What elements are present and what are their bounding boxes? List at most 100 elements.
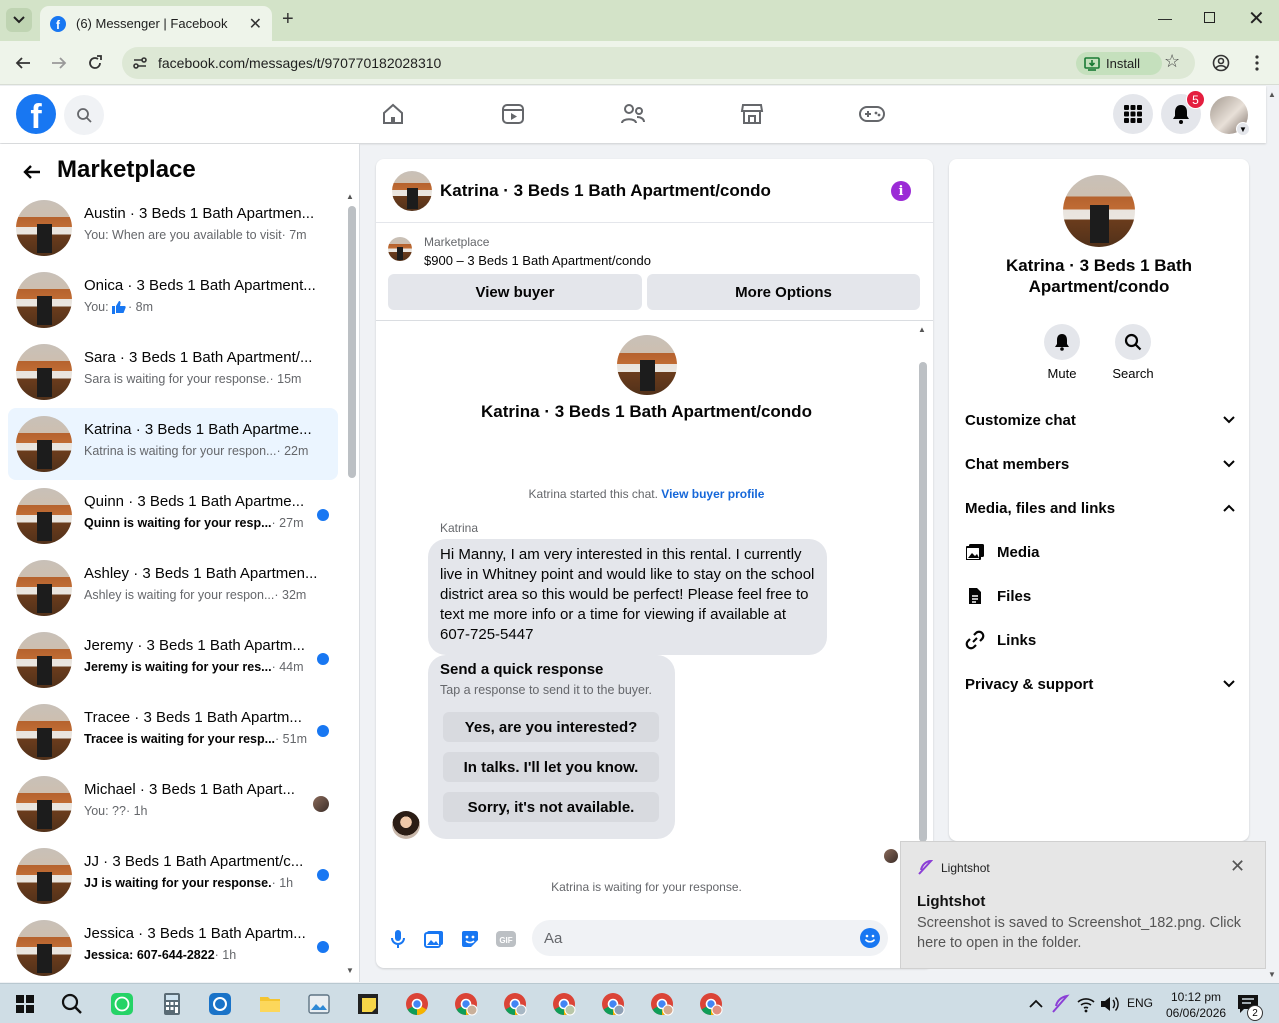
conversation-preview: Tracee is waiting for your resp...· 51m [84, 732, 307, 746]
lightshot-tray-icon[interactable] [1050, 992, 1070, 1016]
menu-grid-button[interactable] [1113, 94, 1153, 134]
sidebar-scrollbar[interactable] [348, 206, 356, 478]
forward-icon[interactable] [49, 53, 69, 73]
quick-response-not-available[interactable]: Sorry, it's not available. [443, 792, 659, 822]
back-arrow-icon[interactable] [22, 162, 42, 182]
taskbar-search-icon[interactable] [60, 992, 84, 1016]
gif-icon[interactable]: GIF [495, 928, 517, 950]
photo-icon[interactable] [423, 928, 445, 950]
install-app-button[interactable]: Install [1076, 52, 1162, 75]
conversation-item[interactable]: Sara · 3 Beds 1 Bath Apartment/... Sara i… [8, 336, 338, 408]
quick-response-yes[interactable]: Yes, are you interested? [443, 712, 659, 742]
page-scroll-up-icon[interactable]: ▲ [1268, 90, 1276, 99]
links-row[interactable]: Links [965, 622, 1235, 658]
volume-icon[interactable] [1099, 992, 1119, 1016]
message-input[interactable] [532, 920, 888, 956]
site-info-icon[interactable] [130, 53, 150, 73]
notification-badge: 5 [1186, 90, 1205, 109]
windows-start-icon[interactable] [13, 992, 37, 1016]
conversation-item[interactable]: Quinn · 3 Beds 1 Bath Apartme... Quinn is… [8, 480, 338, 552]
chat-avatar[interactable] [392, 171, 432, 211]
notification-body[interactable]: Screenshot is saved to Screenshot_182.pn… [917, 913, 1257, 953]
scroll-down-arrow-icon[interactable]: ▼ [346, 966, 354, 975]
conversation-item[interactable]: Jeremy · 3 Beds 1 Bath Apartm... Jeremy i… [8, 624, 338, 696]
home-icon[interactable] [379, 100, 407, 128]
media-row[interactable]: Media [965, 534, 1235, 570]
chrome-profile-icon[interactable] [503, 992, 527, 1016]
privacy-support-row[interactable]: Privacy & support [965, 666, 1235, 702]
url-text[interactable]: facebook.com/messages/t/970770182028310 [158, 55, 441, 71]
sticky-notes-icon[interactable] [356, 992, 380, 1016]
close-window-button[interactable]: ✕ [1248, 6, 1265, 31]
more-options-button[interactable]: More Options [647, 274, 920, 310]
browser-tab[interactable]: f (6) Messenger | Facebook ✕ [40, 6, 272, 41]
mute-button[interactable]: Mute [1027, 324, 1097, 381]
wifi-icon[interactable] [1076, 992, 1096, 1016]
address-bar[interactable]: facebook.com/messages/t/970770182028310 … [122, 47, 1195, 79]
facebook-logo-icon[interactable]: f [16, 94, 56, 134]
bookmark-star-icon[interactable]: ☆ [1164, 51, 1180, 72]
chrome-profile-icon[interactable] [650, 992, 674, 1016]
chrome-profile-icon[interactable] [454, 992, 478, 1016]
conversation-item[interactable]: JJ · 3 Beds 1 Bath Apartment/c... JJ is w… [8, 840, 338, 912]
new-tab-button[interactable]: + [282, 8, 294, 31]
sticker-icon[interactable] [459, 928, 481, 950]
chrome-profile-icon[interactable] [552, 992, 576, 1016]
conversation-item[interactable]: Tracee · 3 Beds 1 Bath Apartm... Tracee i… [8, 696, 338, 768]
back-icon[interactable] [13, 53, 33, 73]
whatsapp-icon[interactable] [110, 992, 134, 1016]
customize-chat-row[interactable]: Customize chat [965, 402, 1235, 438]
files-row[interactable]: Files [965, 578, 1235, 614]
account-chevron-down-icon[interactable]: ▼ [1236, 122, 1250, 136]
chat-scroll-up-icon[interactable]: ▲ [918, 325, 926, 334]
friends-icon[interactable] [619, 100, 647, 128]
lightshot-notification[interactable]: Lightshot ✕ Lightshot Screenshot is save… [900, 841, 1266, 969]
chrome-icon[interactable] [405, 992, 429, 1016]
chrome-profile-icon[interactable] [601, 992, 625, 1016]
microphone-icon[interactable] [387, 928, 409, 950]
language-indicator[interactable]: ENG [1127, 996, 1153, 1010]
close-notification-icon[interactable]: ✕ [1230, 856, 1245, 877]
conversation-item[interactable]: Jessica · 3 Beds 1 Bath Apartm... Jessica… [8, 912, 338, 982]
conversation-time: · 44m [271, 660, 304, 674]
chat-scrollbar[interactable] [919, 362, 927, 842]
listing-summary[interactable]: Marketplace $900 – 3 Beds 1 Bath Apartme… [388, 235, 928, 271]
view-buyer-profile-link[interactable]: View buyer profile [661, 487, 764, 501]
conversation-time: · 1h [271, 876, 294, 890]
maximize-window-button[interactable] [1204, 12, 1215, 23]
media-files-links-row[interactable]: Media, files and links [965, 490, 1235, 526]
info-icon[interactable]: i [891, 181, 911, 201]
search-button[interactable] [64, 95, 104, 135]
minimize-window-button[interactable]: — [1158, 10, 1172, 26]
show-hidden-icons-chevron-up-icon[interactable] [1026, 992, 1046, 1016]
conversation-item[interactable]: Katrina · 3 Beds 1 Bath Apartme... Katrin… [8, 408, 338, 480]
conversation-preview-text: Jeremy is waiting for your res... [84, 660, 272, 674]
remote-desktop-icon[interactable] [208, 992, 232, 1016]
clock[interactable]: 10:12 pm 06/06/2026 [1166, 989, 1226, 1021]
conversation-item[interactable]: Austin · 3 Beds 1 Bath Apartmen... You: W… [8, 192, 338, 264]
chat-title[interactable]: Katrina · 3 Beds 1 Bath Apartment/condo [440, 181, 771, 201]
scroll-up-arrow-icon[interactable]: ▲ [346, 192, 354, 201]
page-scroll-down-icon[interactable]: ▼ [1268, 970, 1276, 979]
profile-account-icon[interactable] [1211, 53, 1231, 73]
chat-members-row[interactable]: Chat members [965, 446, 1235, 482]
quick-response-in-talks[interactable]: In talks. I'll let you know. [443, 752, 659, 782]
conversation-item[interactable]: Michael · 3 Beds 1 Bath Apart... You: ??·… [8, 768, 338, 840]
video-icon[interactable] [499, 100, 527, 128]
conversation-item[interactable]: Onica · 3 Beds 1 Bath Apartment... You: ·… [8, 264, 338, 336]
marketplace-icon[interactable] [738, 100, 766, 128]
view-buyer-button[interactable]: View buyer [388, 274, 642, 310]
search-conversation-button[interactable]: Search [1098, 324, 1168, 381]
search-label: Search [1112, 366, 1154, 381]
conversation-item[interactable]: Ashley · 3 Beds 1 Bath Apartmen... Ashley… [8, 552, 338, 624]
photos-app-icon[interactable] [307, 992, 331, 1016]
close-tab-icon[interactable]: ✕ [249, 14, 262, 34]
reload-icon[interactable] [85, 53, 105, 73]
gaming-icon[interactable] [858, 100, 886, 128]
file-explorer-icon[interactable] [258, 992, 282, 1016]
tab-search-button[interactable] [6, 8, 32, 32]
chrome-profile-icon[interactable] [699, 992, 723, 1016]
emoji-icon[interactable] [860, 928, 880, 948]
browser-menu-icon[interactable] [1247, 53, 1267, 73]
calculator-icon[interactable] [160, 992, 184, 1016]
